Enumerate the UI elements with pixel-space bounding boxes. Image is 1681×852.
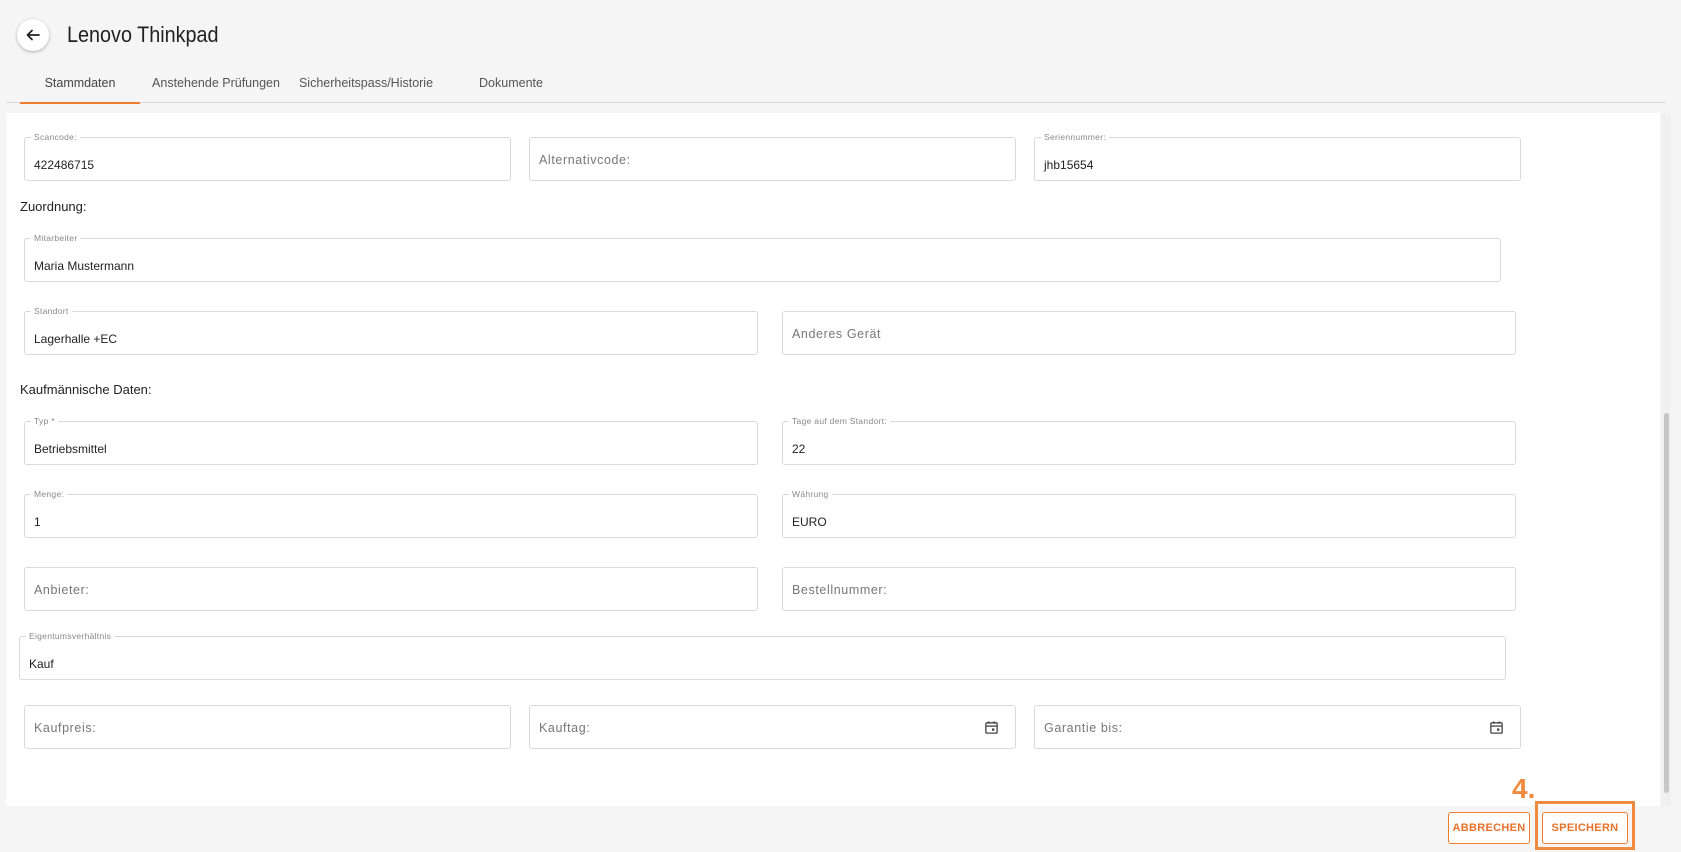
seriennummer-value: jhb15654 [1044, 158, 1094, 172]
waehrung-field[interactable]: Währung EURO [782, 488, 1516, 538]
tage-standort-value: 22 [792, 442, 806, 456]
back-button[interactable] [17, 19, 49, 51]
standort-field[interactable]: Standort Lagerhalle +EC [24, 305, 758, 355]
scancode-field[interactable]: Scancode: 422486715 [24, 131, 511, 181]
tab-stammdaten[interactable]: Stammdaten [20, 66, 140, 104]
seriennummer-field[interactable]: Seriennummer: jhb15654 [1034, 131, 1521, 181]
scrollbar-thumb[interactable] [1664, 413, 1669, 793]
bestellnummer-field[interactable]: Bestellnummer: [782, 567, 1516, 611]
eigentumsverhaeltnis-label: Eigentumsverhältnis [26, 630, 115, 642]
step-number: 4. [1512, 773, 1536, 804]
tab-anstehende-pruefungen[interactable]: Anstehende Prüfungen [150, 66, 282, 102]
waehrung-value: EURO [792, 515, 827, 529]
page-title: Lenovo Thinkpad [67, 22, 219, 47]
kaufpreis-placeholder: Kaufpreis: [34, 721, 97, 735]
garantie-field[interactable]: Garantie bis: [1034, 705, 1521, 749]
waehrung-label: Währung [789, 488, 832, 500]
tab-bar: Stammdaten Anstehende Prüfungen Sicherhe… [6, 66, 1666, 104]
scancode-label: Scancode: [31, 131, 80, 143]
section-kaufmaennische-daten: Kaufmännische Daten: [20, 382, 152, 397]
cancel-button[interactable]: ABBRECHEN [1448, 812, 1530, 844]
tage-standort-field[interactable]: Tage auf dem Standort: 22 [782, 415, 1516, 465]
typ-value: Betriebsmittel [34, 442, 107, 456]
bestellnummer-placeholder: Bestellnummer: [792, 583, 888, 597]
calendar-icon[interactable] [984, 720, 999, 735]
section-zuordnung: Zuordnung: [20, 199, 87, 214]
garantie-placeholder: Garantie bis: [1044, 721, 1123, 735]
anbieter-field[interactable]: Anbieter: [24, 567, 758, 611]
menge-value: 1 [34, 515, 41, 529]
anderes-geraet-placeholder: Anderes Gerät [792, 327, 882, 341]
seriennummer-label: Seriennummer: [1041, 131, 1110, 143]
mitarbeiter-label: Mitarbeiter [31, 232, 81, 244]
standort-label: Standort [31, 305, 72, 317]
kauftag-field[interactable]: Kauftag: [529, 705, 1016, 749]
tage-standort-label: Tage auf dem Standort: [789, 415, 890, 427]
alternativcode-field[interactable]: Alternativcode: [529, 137, 1016, 181]
mitarbeiter-value: Maria Mustermann [34, 259, 135, 273]
menge-field[interactable]: Menge: 1 [24, 488, 758, 538]
anderes-geraet-field[interactable]: Anderes Gerät [782, 311, 1516, 355]
typ-label: Typ * [31, 415, 58, 427]
tab-sicherheitspass-historie[interactable]: Sicherheitspass/Historie [292, 66, 440, 102]
form-card: Scancode: 422486715 Alternativcode: Seri… [6, 113, 1660, 806]
tab-dokumente[interactable]: Dokumente [460, 66, 562, 102]
standort-value: Lagerhalle +EC [34, 332, 118, 346]
menge-label: Menge: [31, 488, 68, 500]
alternativcode-placeholder: Alternativcode: [539, 153, 631, 167]
page-header: Lenovo Thinkpad Stammdaten Anstehende Pr… [0, 0, 1681, 104]
arrow-left-icon [26, 29, 40, 41]
eigentumsverhaeltnis-value: Kauf [29, 657, 54, 671]
kauftag-placeholder: Kauftag: [539, 721, 591, 735]
typ-field[interactable]: Typ * Betriebsmittel [24, 415, 758, 465]
kaufpreis-field[interactable]: Kaufpreis: [24, 705, 511, 749]
mitarbeiter-field[interactable]: Mitarbeiter Maria Mustermann [24, 232, 1501, 282]
scrollbar[interactable] [1661, 113, 1671, 806]
calendar-icon[interactable] [1489, 720, 1504, 735]
scancode-value: 422486715 [34, 158, 95, 172]
eigentumsverhaeltnis-field[interactable]: Eigentumsverhältnis Kauf [19, 630, 1506, 680]
highlight-box [1535, 801, 1635, 850]
anbieter-placeholder: Anbieter: [34, 583, 90, 597]
